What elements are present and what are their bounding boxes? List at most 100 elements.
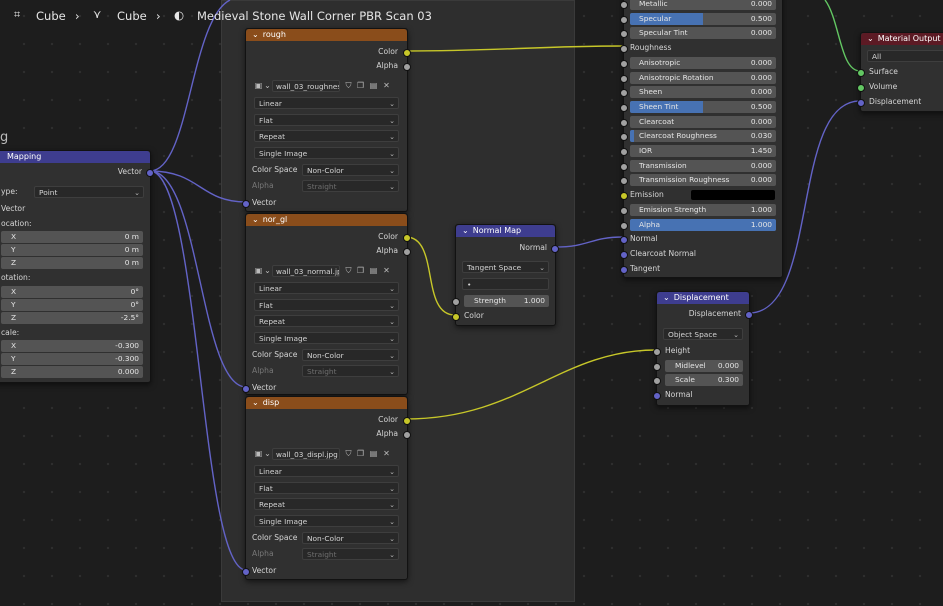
bsdf-normal-socket[interactable] xyxy=(620,236,628,244)
texture-header[interactable]: ⌄ rough xyxy=(246,29,407,41)
close-icon[interactable]: ✕ xyxy=(382,449,391,458)
mapping-node[interactable]: Mapping Vector ype: Point ⌄ Vector ocatio… xyxy=(0,150,154,383)
bsdf-sheen-socket[interactable] xyxy=(620,89,628,97)
bsdf-transmission-roughness-socket[interactable] xyxy=(620,177,628,185)
bsdf-ior-field[interactable]: IOR 1.450 xyxy=(630,145,776,157)
strength-field[interactable]: Strength 1.000 xyxy=(464,295,549,307)
bsdf-transmission-socket[interactable] xyxy=(620,163,628,171)
displacement-space-dropdown[interactable]: Object Space ⌄ xyxy=(663,328,743,340)
material-output-node[interactable]: ⌄Material Output All⌄ Surface Volume Dis… xyxy=(857,32,943,112)
image-texture-node-disp[interactable]: ⌄ disp Color Alpha ▣ ⌄ wall_03_displ.jpg ⛉ ❐ ▤ ✕ Li… xyxy=(242,396,411,580)
bsdf-roughness-socket[interactable] xyxy=(620,45,628,53)
bsdf-emission-socket[interactable] xyxy=(620,192,628,200)
image-selector[interactable]: ▣ ⌄ wall_03_normal.jpg ⛉ ❐ ▤ ✕ xyxy=(254,265,399,277)
displacement-node[interactable]: ⌄ Displacement Displacement Object Space ⌄… xyxy=(653,291,753,406)
fake-user-shield-icon[interactable]: ⛉ xyxy=(344,449,353,458)
bsdf-clearcoat-field[interactable]: Clearcoat 0.000 xyxy=(630,116,776,128)
bsdf-metallic-field[interactable]: Metallic 0.000 xyxy=(630,0,776,10)
mapping-type-dropdown[interactable]: Point ⌄ xyxy=(34,186,144,198)
image-selector[interactable]: ▣⌄wall_03_roughnes... ⛉❐ ▤ ✕ xyxy=(254,80,399,92)
bsdf-metallic-socket[interactable] xyxy=(620,1,628,9)
strength-socket[interactable] xyxy=(452,298,460,306)
location-y-field[interactable]: Y0 m xyxy=(1,244,143,256)
mapping-vector-out-socket[interactable] xyxy=(146,169,154,177)
displacement-out-socket[interactable] xyxy=(745,311,753,319)
alpha-out-socket[interactable] xyxy=(403,63,411,71)
normal-map-header[interactable]: ⌄ Normal Map xyxy=(456,225,555,237)
image-texture-node-rough[interactable]: ⌄roughColorAlpha▣⌄wall_03_roughnes...⛉❐▤… xyxy=(242,28,411,212)
scale-field[interactable]: Scale 0.300 xyxy=(665,374,743,386)
breadcrumb-object[interactable]: Cube xyxy=(36,9,66,23)
projection-dropdown[interactable]: Flat ⌄ xyxy=(254,482,399,494)
scale-y-field[interactable]: Y -0.300 xyxy=(1,353,143,365)
image-texture-node-nor-gl[interactable]: ⌄ nor_gl Color Alpha ▣ ⌄ wall_03_normal.jpg ⛉ ❐ ▤… xyxy=(242,213,411,395)
extension-dropdown[interactable]: Repeat ⌄ xyxy=(254,315,399,327)
bsdf-clearcoat-socket[interactable] xyxy=(620,119,628,127)
projection-dropdown[interactable]: Flat ⌄ xyxy=(254,114,399,126)
scale-x-field[interactable]: X -0.300 xyxy=(1,340,143,352)
displacement-in-socket[interactable] xyxy=(857,99,865,107)
alpha-out-socket[interactable] xyxy=(403,431,411,439)
open-folder-icon[interactable]: ▤ xyxy=(369,449,378,458)
material-output-header[interactable]: ⌄ Material Output xyxy=(861,33,943,45)
normal-space-dropdown[interactable]: Tangent Space ⌄ xyxy=(462,261,549,273)
projection-dropdown[interactable]: Flat ⌄ xyxy=(254,299,399,311)
image-name-field[interactable]: wall_03_displ.jpg xyxy=(272,448,340,460)
texture-header[interactable]: ⌄ disp xyxy=(246,397,407,409)
bsdf-anisotropic-field[interactable]: Anisotropic 0.000 xyxy=(630,57,776,69)
interpolation-dropdown[interactable]: Linear ⌄ xyxy=(254,97,399,109)
midlevel-socket[interactable] xyxy=(653,363,661,371)
bsdf-emission-strength-socket[interactable] xyxy=(620,207,628,215)
color-space-dropdown[interactable]: Non-Color ⌄ xyxy=(302,349,399,361)
open-folder-icon[interactable]: ▤ xyxy=(369,81,378,90)
fake-user-shield-icon[interactable]: ⛉ xyxy=(344,266,353,275)
normal-out-socket[interactable] xyxy=(551,245,559,253)
image-name-field[interactable]: wall_03_normal.jpg xyxy=(272,265,340,277)
rotation-z-field[interactable]: Z -2.5° xyxy=(1,312,143,324)
interpolation-dropdown[interactable]: Linear ⌄ xyxy=(254,282,399,294)
image-browse-icon[interactable]: ▣ xyxy=(254,81,263,90)
volume-in-socket[interactable] xyxy=(857,84,865,92)
bsdf-alpha-socket[interactable] xyxy=(620,222,628,230)
source-dropdown[interactable]: Single Image ⌄ xyxy=(254,515,399,527)
surface-in-socket[interactable] xyxy=(857,69,865,77)
alpha-mode-dropdown[interactable]: Straight ⌄ xyxy=(302,365,399,377)
interpolation-dropdown[interactable]: Linear ⌄ xyxy=(254,465,399,477)
close-icon[interactable]: ✕ xyxy=(382,266,391,275)
duplicate-icon[interactable]: ❐ xyxy=(356,449,365,458)
color-out-socket[interactable] xyxy=(403,417,411,425)
bsdf-tangent-socket[interactable] xyxy=(620,266,628,274)
bsdf-specular-tint-field[interactable]: Specular Tint 0.000 xyxy=(630,27,776,39)
alpha-mode-dropdown[interactable]: Straight ⌄ xyxy=(302,548,399,560)
bsdf-specular-field[interactable]: Specular 0.500 xyxy=(630,13,776,25)
breadcrumb-mesh[interactable]: Cube xyxy=(117,9,147,23)
color-out-socket[interactable] xyxy=(403,234,411,242)
bsdf-sheen-tint-field[interactable]: Sheen Tint 0.500 xyxy=(630,101,776,113)
bsdf-anisotropic-rotation-socket[interactable] xyxy=(620,75,628,83)
bsdf-alpha-field[interactable]: Alpha 1.000 xyxy=(630,219,776,231)
scale-socket[interactable] xyxy=(653,377,661,385)
vector-in-socket[interactable] xyxy=(242,385,250,393)
rotation-y-field[interactable]: Y 0° xyxy=(1,299,143,311)
mapping-header[interactable]: Mapping xyxy=(0,151,150,163)
bsdf-transmission-roughness-field[interactable]: Transmission Roughness 0.000 xyxy=(630,174,776,186)
output-target-dropdown[interactable]: All⌄ xyxy=(867,50,943,62)
displacement-header[interactable]: ⌄ Displacement xyxy=(657,292,749,304)
image-browse-icon[interactable]: ▣ xyxy=(254,266,263,275)
uv-map-field[interactable]: • xyxy=(462,278,549,290)
color-out-socket[interactable] xyxy=(403,49,411,57)
breadcrumb-material[interactable]: Medieval Stone Wall Corner PBR Scan 03 xyxy=(197,9,432,23)
rotation-x-field[interactable]: X 0° xyxy=(1,286,143,298)
scale-z-field[interactable]: Z 0.000 xyxy=(1,366,143,378)
bsdf-sheen-tint-socket[interactable] xyxy=(620,104,628,112)
emission-color-swatch[interactable] xyxy=(691,190,775,200)
normal-map-node[interactable]: ⌄ Normal Map Normal Tangent Space ⌄ • Stre… xyxy=(452,224,559,326)
source-dropdown[interactable]: Single Image ⌄ xyxy=(254,147,399,159)
normal-in-socket[interactable] xyxy=(653,392,661,400)
principled-bsdf-node[interactable]: Metallic 0.000 Specular 0.500 Specular Tint 0… xyxy=(620,0,783,278)
color-space-dropdown[interactable]: Non-Color ⌄ xyxy=(302,532,399,544)
duplicate-icon[interactable]: ❐ xyxy=(356,266,365,275)
bsdf-anisotropic-rotation-field[interactable]: Anisotropic Rotation 0.000 xyxy=(630,72,776,84)
bsdf-ior-socket[interactable] xyxy=(620,148,628,156)
location-x-field[interactable]: X0 m xyxy=(1,231,143,243)
